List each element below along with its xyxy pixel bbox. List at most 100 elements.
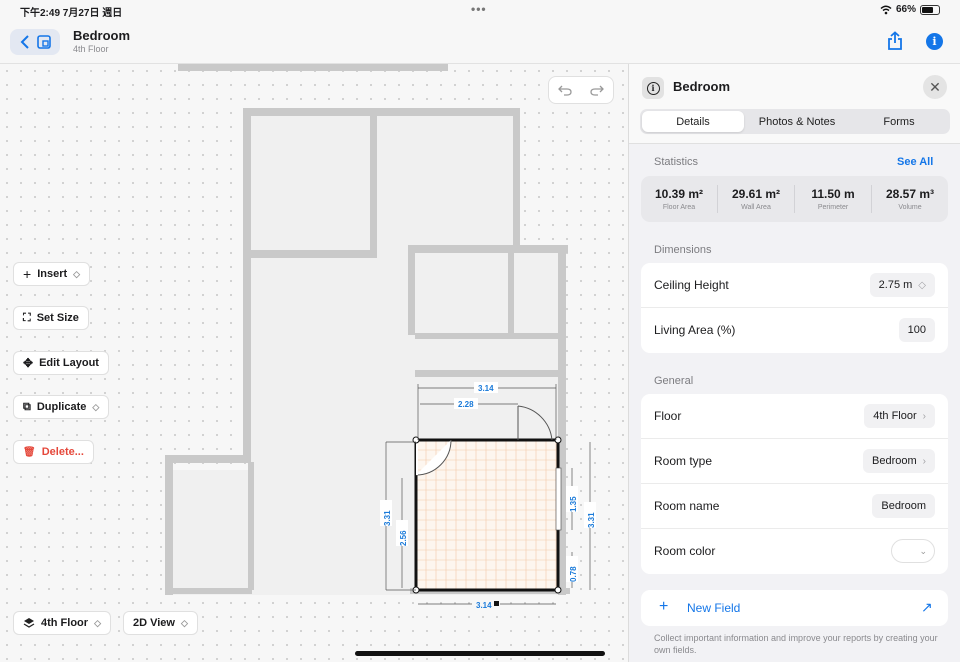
chevron-updown-icon: ◇ xyxy=(73,268,81,279)
tab-forms[interactable]: Forms xyxy=(848,109,950,134)
room-name-label: Room name xyxy=(654,499,720,513)
ceiling-height-stepper[interactable]: 2.75 m ◇ xyxy=(869,273,935,297)
chevron-down-icon: ⌄ xyxy=(919,545,927,556)
stat-perimeter: 11.50 m Perimeter xyxy=(795,185,872,213)
status-bar: 下午2:49 7月27日 週日 ••• 66% xyxy=(0,0,960,20)
chevron-updown-icon: ◇ xyxy=(94,617,101,628)
general-heading: General xyxy=(654,375,694,387)
dim-left-inner: 2.56 xyxy=(399,530,408,546)
room-type-picker[interactable]: Bedroom › xyxy=(863,449,935,473)
edit-layout-label: Edit Layout xyxy=(39,357,99,369)
tab-photos-notes[interactable]: Photos & Notes xyxy=(746,109,848,134)
details-panel: i Bedroom ✕ Details Photos & Notes Forms… xyxy=(628,64,960,662)
arrow-up-right-icon: ↗ xyxy=(921,599,933,615)
room-color-row: Room color ⌄ xyxy=(641,529,948,574)
insert-label: Insert xyxy=(37,268,68,280)
edit-layout-button[interactable]: ✥ Edit Layout xyxy=(13,351,109,375)
set-size-button[interactable]: ⛶ Set Size xyxy=(13,306,89,330)
floor-selector[interactable]: 4th Floor ◇ xyxy=(13,611,111,635)
panel-tabs: Details Photos & Notes Forms xyxy=(640,109,950,134)
duplicate-icon: ⧉ xyxy=(23,400,31,413)
view-selector[interactable]: 2D View ◇ xyxy=(123,611,198,635)
duplicate-button[interactable]: ⧉ Duplicate ◇ xyxy=(13,395,110,419)
battery-icon xyxy=(920,4,940,15)
dim-left-outer: 3.31 xyxy=(383,510,392,526)
statistics-card: 10.39 m² Floor Area 29.61 m² Wall Area 11.… xyxy=(641,176,948,222)
info-button[interactable]: i xyxy=(926,33,943,50)
close-icon: ✕ xyxy=(929,78,941,95)
dim-right-upper: 1.35 xyxy=(569,496,578,512)
duplicate-label: Duplicate xyxy=(36,401,87,413)
general-card: Floor 4th Floor › Room type Bedroom › Ro… xyxy=(641,394,948,574)
trash-icon: 🗑 xyxy=(23,446,36,458)
status-time: 下午2:49 7月27日 週日 xyxy=(20,8,123,19)
dim-top-inner: 2.28 xyxy=(458,400,474,409)
lock-icon xyxy=(494,601,499,606)
dim-bottom: 3.14 xyxy=(476,601,492,610)
info-icon: i xyxy=(932,35,937,48)
room-name-input[interactable]: Bedroom xyxy=(872,494,935,518)
living-area-row: Living Area (%) 100 xyxy=(641,308,948,353)
chevron-left-icon xyxy=(20,35,29,49)
room-type-row: Room type Bedroom › xyxy=(641,439,948,484)
room-color-label: Room color xyxy=(654,544,716,558)
share-icon[interactable] xyxy=(886,31,904,51)
floor-picker[interactable]: 4th Floor › xyxy=(864,404,935,428)
floor-selector-label: 4th Floor xyxy=(41,617,89,629)
new-field-label: New Field xyxy=(687,601,741,615)
ceiling-height-label: Ceiling Height xyxy=(654,278,729,292)
chevron-updown-icon: ◇ xyxy=(918,279,926,291)
back-button[interactable] xyxy=(10,29,60,55)
room-type-label: Room type xyxy=(654,454,713,468)
stat-floor-area: 10.39 m² Floor Area xyxy=(641,185,718,213)
set-size-label: Set Size xyxy=(36,312,79,324)
home-indicator xyxy=(355,651,605,656)
room-name-row: Room name Bedroom xyxy=(641,484,948,529)
living-area-input[interactable]: 100 xyxy=(898,318,935,342)
dimensions-card: Ceiling Height 2.75 m ◇ Living Area (%) … xyxy=(641,263,948,353)
view-selector-label: 2D View xyxy=(133,617,175,629)
ceiling-height-row: Ceiling Height 2.75 m ◇ xyxy=(641,263,948,308)
resize-icon: ⛶ xyxy=(23,311,31,324)
new-field-footnote: Collect important information and improv… xyxy=(654,633,938,655)
insert-button[interactable]: + Insert ◇ xyxy=(13,262,91,286)
dim-right-outer: 3.31 xyxy=(587,512,596,528)
chevron-updown-icon: ◇ xyxy=(181,617,188,628)
panel-header: i Bedroom ✕ Details Photos & Notes Forms xyxy=(629,64,960,144)
floor-row: Floor 4th Floor › xyxy=(641,394,948,439)
tab-details[interactable]: Details xyxy=(642,111,744,132)
new-field-button[interactable]: + New Field ↗ xyxy=(641,590,948,626)
living-area-label: Living Area (%) xyxy=(654,323,736,337)
stat-volume: 28.57 m³ Volume xyxy=(885,187,935,211)
room-color-picker[interactable]: ⌄ xyxy=(891,539,935,563)
stat-wall-area: 29.61 m² Wall Area xyxy=(718,185,795,213)
chevron-right-icon: › xyxy=(922,455,926,467)
plus-icon: + xyxy=(659,598,669,615)
chevron-updown-icon: ◇ xyxy=(92,401,100,412)
floorplan-canvas[interactable]: 3.14 2.28 3.31 2.56 1.35 3.31 0.78 3.14 … xyxy=(0,64,628,662)
floorplan-icon xyxy=(36,35,51,49)
page-subtitle: 4th Floor xyxy=(73,44,109,54)
battery-percent: 66% xyxy=(895,4,916,15)
move-icon: ✥ xyxy=(23,356,34,370)
page-title: Bedroom xyxy=(73,28,131,43)
delete-button[interactable]: 🗑 Delete... xyxy=(13,440,94,464)
dimensions-heading: Dimensions xyxy=(654,244,712,256)
see-all-link[interactable]: See All xyxy=(897,156,933,168)
panel-info-icon: i xyxy=(642,77,664,99)
delete-label: Delete... xyxy=(41,446,84,458)
undo-redo-group xyxy=(548,76,614,104)
dim-top-outer: 3.14 xyxy=(478,384,494,393)
layers-icon xyxy=(23,618,35,628)
statistics-heading: Statistics xyxy=(654,156,699,168)
wall xyxy=(178,64,448,71)
close-button[interactable]: ✕ xyxy=(923,75,947,99)
undo-icon[interactable] xyxy=(558,84,572,96)
redo-icon[interactable] xyxy=(590,84,604,96)
panel-title: Bedroom xyxy=(673,79,731,94)
dim-right-lower: 0.78 xyxy=(569,566,578,582)
nav-bar: Bedroom 4th Floor i xyxy=(0,20,960,64)
status-right: 66% xyxy=(880,4,940,15)
chevron-right-icon: › xyxy=(922,410,926,422)
multitasking-dots[interactable]: ••• xyxy=(471,2,487,16)
